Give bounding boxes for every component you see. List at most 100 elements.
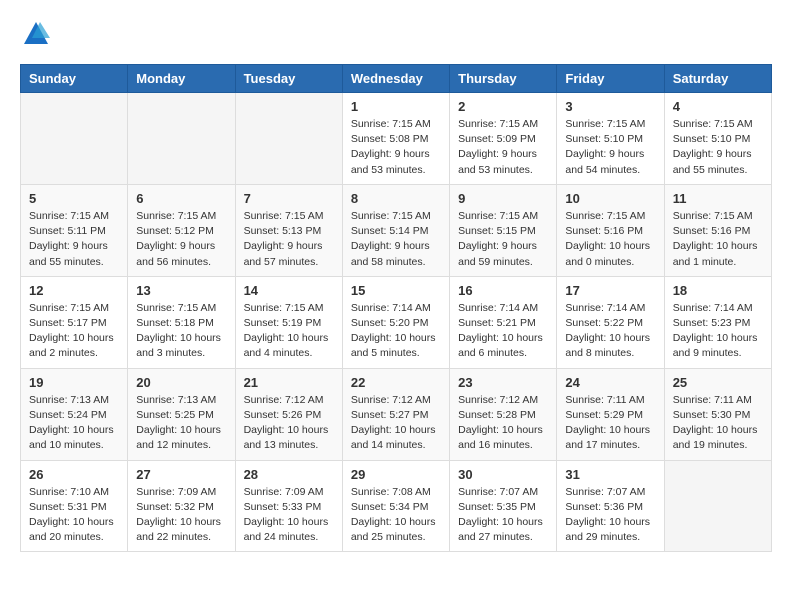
day-number: 20: [136, 375, 226, 390]
day-info: Sunrise: 7:15 AM Sunset: 5:08 PM Dayligh…: [351, 117, 441, 178]
calendar-day-cell: 30 Sunrise: 7:07 AM Sunset: 5:35 PM Dayli…: [450, 460, 557, 552]
logo-icon: [22, 20, 50, 48]
weekday-header-cell: Thursday: [450, 65, 557, 93]
day-number: 30: [458, 467, 548, 482]
day-number: 27: [136, 467, 226, 482]
calendar-day-cell: 5 Sunrise: 7:15 AM Sunset: 5:11 PM Daylig…: [21, 184, 128, 276]
day-number: 9: [458, 191, 548, 206]
calendar-day-cell: 22 Sunrise: 7:12 AM Sunset: 5:27 PM Dayli…: [342, 368, 449, 460]
logo: [20, 20, 50, 48]
calendar-day-cell: 26Sunrise: 7:10 AM Sunset: 5:31 PM Dayli…: [21, 460, 128, 552]
day-number: 22: [351, 375, 441, 390]
calendar-day-cell: 25 Sunrise: 7:11 AM Sunset: 5:30 PM Dayli…: [664, 368, 771, 460]
day-info: Sunrise: 7:07 AM Sunset: 5:36 PM Dayligh…: [565, 485, 655, 546]
day-info: Sunrise: 7:15 AM Sunset: 5:18 PM Dayligh…: [136, 301, 226, 362]
calendar-day-cell: 9Sunrise: 7:15 AM Sunset: 5:15 PM Daylig…: [450, 184, 557, 276]
calendar-table: SundayMondayTuesdayWednesdayThursdayFrid…: [20, 64, 772, 552]
day-number: 1: [351, 99, 441, 114]
weekday-header-cell: Saturday: [664, 65, 771, 93]
calendar-day-cell: 31 Sunrise: 7:07 AM Sunset: 5:36 PM Dayli…: [557, 460, 664, 552]
page-header: [20, 20, 772, 48]
calendar-day-cell: 4 Sunrise: 7:15 AM Sunset: 5:10 PM Daylig…: [664, 93, 771, 185]
calendar-day-cell: 16Sunrise: 7:14 AM Sunset: 5:21 PM Dayli…: [450, 276, 557, 368]
calendar-day-cell: 19 Sunrise: 7:13 AM Sunset: 5:24 PM Dayli…: [21, 368, 128, 460]
calendar-week-row: 5 Sunrise: 7:15 AM Sunset: 5:11 PM Daylig…: [21, 184, 772, 276]
day-number: 10: [565, 191, 655, 206]
calendar-week-row: 26Sunrise: 7:10 AM Sunset: 5:31 PM Dayli…: [21, 460, 772, 552]
calendar-day-cell: 14Sunrise: 7:15 AM Sunset: 5:19 PM Dayli…: [235, 276, 342, 368]
calendar-day-cell: 12Sunrise: 7:15 AM Sunset: 5:17 PM Dayli…: [21, 276, 128, 368]
calendar-day-cell: [21, 93, 128, 185]
day-info: Sunrise: 7:15 AM Sunset: 5:09 PM Dayligh…: [458, 117, 548, 178]
calendar-day-cell: 11 Sunrise: 7:15 AM Sunset: 5:16 PM Dayli…: [664, 184, 771, 276]
calendar-day-cell: [664, 460, 771, 552]
day-info: Sunrise: 7:14 AM Sunset: 5:20 PM Dayligh…: [351, 301, 441, 362]
day-info: Sunrise: 7:15 AM Sunset: 5:10 PM Dayligh…: [565, 117, 655, 178]
calendar-day-cell: 21 Sunrise: 7:12 AM Sunset: 5:26 PM Dayli…: [235, 368, 342, 460]
day-info: Sunrise: 7:15 AM Sunset: 5:11 PM Dayligh…: [29, 209, 119, 270]
weekday-header-cell: Wednesday: [342, 65, 449, 93]
calendar-day-cell: 3 Sunrise: 7:15 AM Sunset: 5:10 PM Daylig…: [557, 93, 664, 185]
weekday-header-cell: Sunday: [21, 65, 128, 93]
day-number: 23: [458, 375, 548, 390]
day-number: 31: [565, 467, 655, 482]
calendar-day-cell: 20 Sunrise: 7:13 AM Sunset: 5:25 PM Dayli…: [128, 368, 235, 460]
day-number: 26: [29, 467, 119, 482]
day-info: Sunrise: 7:12 AM Sunset: 5:28 PM Dayligh…: [458, 393, 548, 454]
calendar-day-cell: 17Sunrise: 7:14 AM Sunset: 5:22 PM Dayli…: [557, 276, 664, 368]
calendar-day-cell: 6 Sunrise: 7:15 AM Sunset: 5:12 PM Daylig…: [128, 184, 235, 276]
day-number: 18: [673, 283, 763, 298]
day-info: Sunrise: 7:15 AM Sunset: 5:16 PM Dayligh…: [673, 209, 763, 270]
day-info: Sunrise: 7:13 AM Sunset: 5:25 PM Dayligh…: [136, 393, 226, 454]
day-info: Sunrise: 7:11 AM Sunset: 5:29 PM Dayligh…: [565, 393, 655, 454]
day-number: 25: [673, 375, 763, 390]
day-info: Sunrise: 7:15 AM Sunset: 5:16 PM Dayligh…: [565, 209, 655, 270]
day-info: Sunrise: 7:14 AM Sunset: 5:23 PM Dayligh…: [673, 301, 763, 362]
day-info: Sunrise: 7:08 AM Sunset: 5:34 PM Dayligh…: [351, 485, 441, 546]
day-info: Sunrise: 7:12 AM Sunset: 5:26 PM Dayligh…: [244, 393, 334, 454]
day-info: Sunrise: 7:15 AM Sunset: 5:12 PM Dayligh…: [136, 209, 226, 270]
calendar-week-row: 1 Sunrise: 7:15 AM Sunset: 5:08 PM Daylig…: [21, 93, 772, 185]
calendar-day-cell: 27 Sunrise: 7:09 AM Sunset: 5:32 PM Dayli…: [128, 460, 235, 552]
day-info: Sunrise: 7:11 AM Sunset: 5:30 PM Dayligh…: [673, 393, 763, 454]
calendar-day-cell: 23 Sunrise: 7:12 AM Sunset: 5:28 PM Dayli…: [450, 368, 557, 460]
day-number: 13: [136, 283, 226, 298]
day-number: 8: [351, 191, 441, 206]
calendar-day-cell: [235, 93, 342, 185]
day-info: Sunrise: 7:13 AM Sunset: 5:24 PM Dayligh…: [29, 393, 119, 454]
calendar-day-cell: 18 Sunrise: 7:14 AM Sunset: 5:23 PM Dayli…: [664, 276, 771, 368]
day-info: Sunrise: 7:15 AM Sunset: 5:13 PM Dayligh…: [244, 209, 334, 270]
day-number: 4: [673, 99, 763, 114]
day-number: 6: [136, 191, 226, 206]
day-number: 5: [29, 191, 119, 206]
day-info: Sunrise: 7:15 AM Sunset: 5:19 PM Dayligh…: [244, 301, 334, 362]
day-number: 3: [565, 99, 655, 114]
calendar-day-cell: 10 Sunrise: 7:15 AM Sunset: 5:16 PM Dayli…: [557, 184, 664, 276]
weekday-header-row: SundayMondayTuesdayWednesdayThursdayFrid…: [21, 65, 772, 93]
day-info: Sunrise: 7:15 AM Sunset: 5:14 PM Dayligh…: [351, 209, 441, 270]
day-number: 21: [244, 375, 334, 390]
calendar-week-row: 19 Sunrise: 7:13 AM Sunset: 5:24 PM Dayli…: [21, 368, 772, 460]
day-number: 29: [351, 467, 441, 482]
calendar-day-cell: 24Sunrise: 7:11 AM Sunset: 5:29 PM Dayli…: [557, 368, 664, 460]
day-number: 28: [244, 467, 334, 482]
day-number: 7: [244, 191, 334, 206]
day-number: 11: [673, 191, 763, 206]
day-info: Sunrise: 7:15 AM Sunset: 5:10 PM Dayligh…: [673, 117, 763, 178]
day-number: 15: [351, 283, 441, 298]
day-info: Sunrise: 7:09 AM Sunset: 5:33 PM Dayligh…: [244, 485, 334, 546]
day-info: Sunrise: 7:15 AM Sunset: 5:17 PM Dayligh…: [29, 301, 119, 362]
day-number: 17: [565, 283, 655, 298]
day-info: Sunrise: 7:14 AM Sunset: 5:21 PM Dayligh…: [458, 301, 548, 362]
calendar-day-cell: 1 Sunrise: 7:15 AM Sunset: 5:08 PM Daylig…: [342, 93, 449, 185]
weekday-header-cell: Tuesday: [235, 65, 342, 93]
day-number: 19: [29, 375, 119, 390]
weekday-header-cell: Monday: [128, 65, 235, 93]
weekday-header-cell: Friday: [557, 65, 664, 93]
calendar-body: 1 Sunrise: 7:15 AM Sunset: 5:08 PM Daylig…: [21, 93, 772, 552]
day-info: Sunrise: 7:12 AM Sunset: 5:27 PM Dayligh…: [351, 393, 441, 454]
day-info: Sunrise: 7:09 AM Sunset: 5:32 PM Dayligh…: [136, 485, 226, 546]
calendar-day-cell: 8 Sunrise: 7:15 AM Sunset: 5:14 PM Daylig…: [342, 184, 449, 276]
calendar-day-cell: 29 Sunrise: 7:08 AM Sunset: 5:34 PM Dayli…: [342, 460, 449, 552]
day-info: Sunrise: 7:07 AM Sunset: 5:35 PM Dayligh…: [458, 485, 548, 546]
